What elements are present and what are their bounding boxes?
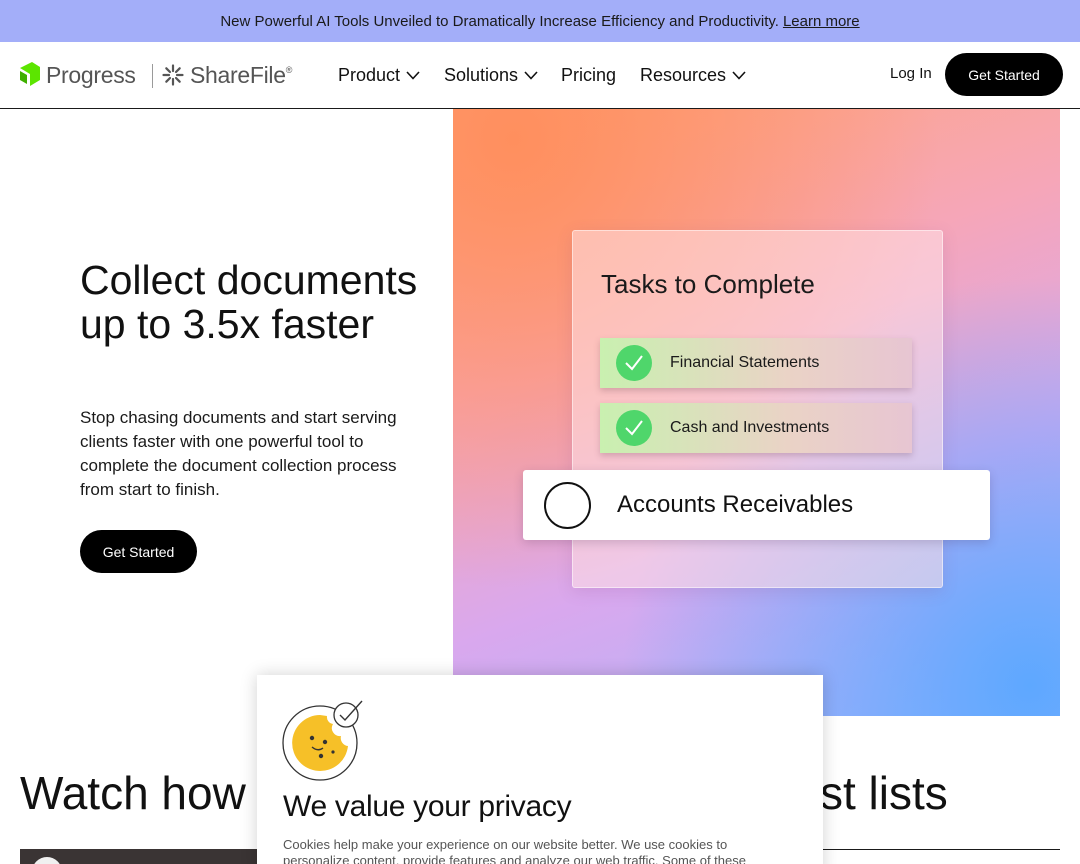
announcement-bar: New Powerful AI Tools Unveiled to Dramat… [0, 0, 1080, 42]
progress-logo-text: Progress [46, 61, 136, 88]
nav-item-solutions[interactable]: Solutions [444, 63, 538, 87]
hero-get-started-button[interactable]: Get Started [80, 530, 197, 573]
nav-item-resources[interactable]: Resources [640, 63, 746, 87]
nav-item-label: Resources [640, 64, 727, 85]
cookie-consent-dialog: We value your privacy Cookies help make … [257, 675, 823, 864]
progress-logo[interactable]: Progress [18, 59, 136, 91]
sharefile-logo[interactable]: ShareFile ® [162, 59, 292, 91]
hero-subtitle: Stop chasing documents and start serving… [80, 408, 397, 499]
section-heading-continued: st lists [820, 767, 948, 819]
checkmark-icon [616, 410, 652, 446]
empty-circle-icon [544, 481, 591, 529]
section-divider [822, 849, 1060, 850]
chevron-down-icon [406, 70, 420, 80]
nav-item-product[interactable]: Product [338, 63, 420, 87]
progress-logo-icon [20, 62, 40, 86]
checkmark-icon [616, 345, 652, 381]
top-navigation: Progress ShareFile ® Product Solutions P… [0, 42, 1080, 109]
nav-item-label: Pricing [561, 64, 617, 85]
task-item-label: Cash and Investments [670, 419, 830, 436]
task-item-label: Financial Statements [670, 354, 820, 371]
cookie-dialog-text: Cookies help make your experience on our… [283, 837, 746, 864]
sharefile-logo-text: ShareFile [190, 61, 286, 88]
task-item-pending: Accounts Receivables [523, 470, 990, 540]
hero-title: Collect documents up to 3.5x faster [80, 257, 418, 347]
section-heading: Watch how [20, 767, 246, 819]
sharefile-logo-icon [162, 64, 184, 86]
task-item-label: Accounts Receivables [617, 491, 854, 518]
play-button-icon [32, 857, 62, 864]
chevron-down-icon [732, 70, 746, 80]
announcement-learn-more-link[interactable]: Learn more [783, 13, 860, 30]
task-item-completed: Cash and Investments [600, 403, 912, 453]
announcement-text: New Powerful AI Tools Unveiled to Dramat… [220, 12, 779, 30]
nav-item-label: Solutions [444, 64, 519, 85]
cookie-dialog-title: We value your privacy [283, 790, 572, 823]
logo-divider [152, 64, 153, 88]
login-link[interactable]: Log In [890, 65, 932, 82]
nav-item-pricing[interactable]: Pricing [561, 63, 616, 87]
task-item-completed: Financial Statements [600, 338, 912, 388]
chevron-down-icon [524, 70, 538, 80]
nav-get-started-button[interactable]: Get Started [945, 53, 1063, 96]
sharefile-trademark: ® [285, 65, 293, 75]
hero-illustration: Tasks to Complete Financial Statements C… [453, 109, 1060, 716]
cookie-icon [282, 700, 363, 781]
video-thumbnail[interactable] [20, 849, 258, 864]
tasks-card-title: Tasks to Complete [601, 269, 815, 299]
nav-item-label: Product [338, 64, 401, 85]
